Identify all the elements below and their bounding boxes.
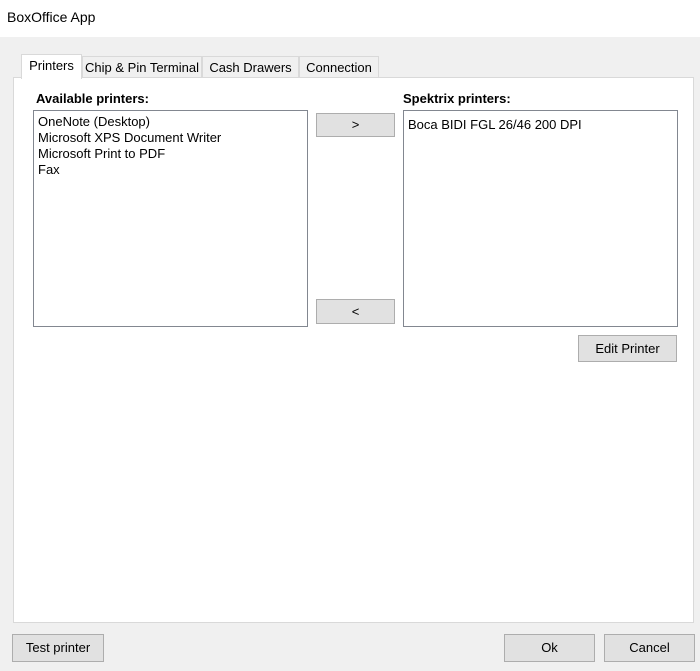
- tab-label: Cash Drawers: [209, 60, 292, 75]
- button-label: Ok: [541, 640, 558, 655]
- list-item[interactable]: Microsoft XPS Document Writer: [38, 130, 303, 146]
- tab-label: Printers: [29, 58, 74, 73]
- list-item[interactable]: Microsoft Print to PDF: [38, 146, 303, 162]
- move-to-available-button[interactable]: <: [316, 299, 395, 324]
- tab-chip-pin-terminal[interactable]: Chip & Pin Terminal: [82, 56, 202, 78]
- tab-label: Connection: [306, 60, 372, 75]
- tab-connection[interactable]: Connection: [299, 56, 379, 78]
- tab-printers[interactable]: Printers: [21, 54, 82, 79]
- cancel-button[interactable]: Cancel: [604, 634, 695, 662]
- available-printers-label: Available printers:: [36, 91, 149, 106]
- button-label: >: [351, 117, 360, 132]
- spektrix-printers-listbox[interactable]: Boca BIDI FGL 26/46 200 DPI: [403, 110, 678, 327]
- button-label: <: [351, 304, 360, 319]
- tab-label: Chip & Pin Terminal: [85, 60, 199, 75]
- edit-printer-button[interactable]: Edit Printer: [578, 335, 677, 362]
- button-label: Test printer: [25, 640, 91, 655]
- move-to-spektrix-button[interactable]: >: [316, 113, 395, 137]
- list-item[interactable]: Boca BIDI FGL 26/46 200 DPI: [408, 117, 673, 133]
- available-printers-listbox[interactable]: OneNote (Desktop) Microsoft XPS Document…: [33, 110, 308, 327]
- list-item[interactable]: Fax: [38, 162, 303, 178]
- window-title: BoxOffice App: [7, 9, 96, 25]
- ok-button[interactable]: Ok: [504, 634, 595, 662]
- tab-cash-drawers[interactable]: Cash Drawers: [202, 56, 299, 78]
- spektrix-printers-label: Spektrix printers:: [403, 91, 511, 106]
- printers-tab-panel: Available printers: OneNote (Desktop) Mi…: [13, 77, 694, 623]
- test-printer-button[interactable]: Test printer: [12, 634, 104, 662]
- list-item[interactable]: OneNote (Desktop): [38, 114, 303, 130]
- button-label: Edit Printer: [595, 341, 660, 356]
- title-bar: BoxOffice App: [0, 0, 700, 37]
- button-label: Cancel: [629, 640, 670, 655]
